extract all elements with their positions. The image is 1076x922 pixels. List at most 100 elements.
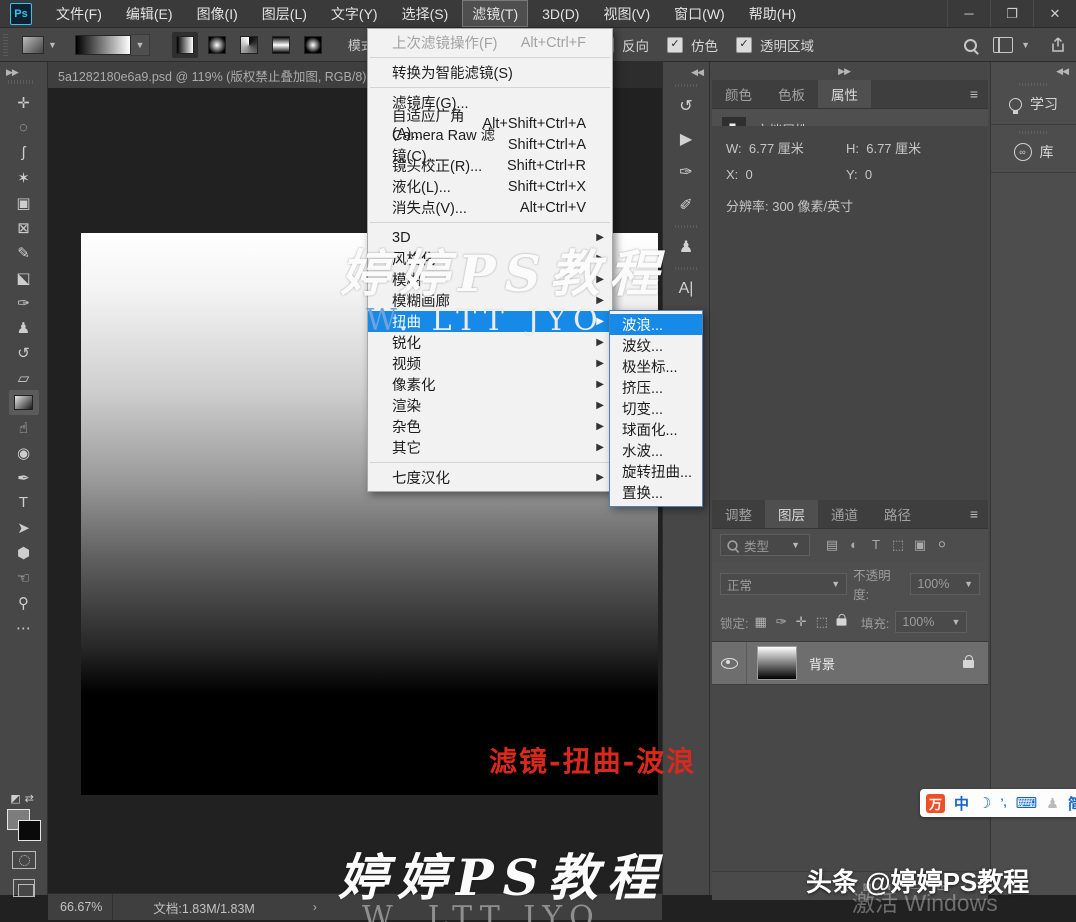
lock-artboard-icon[interactable]: ⬚ [816, 614, 828, 630]
swap-colors-icon[interactable]: ◩⇄ [0, 792, 48, 805]
layer-thumbnail[interactable] [757, 646, 797, 680]
menu-item-上次滤镜操作(F)[interactable]: 上次滤镜操作(F)Alt+Ctrl+F [368, 32, 612, 53]
workspace-switcher[interactable]: ▼ [993, 37, 1034, 53]
dock-grip[interactable] [8, 80, 33, 84]
ime-user-icon[interactable]: ♟ [1046, 795, 1059, 812]
chevron-down-icon[interactable]: ▼ [48, 40, 57, 50]
menu-item-模糊画廊[interactable]: 模糊画廊▶ [368, 290, 612, 311]
menu-item-七度汉化[interactable]: 七度汉化▶ [368, 467, 612, 488]
move-tool[interactable]: ✛ [9, 90, 39, 115]
ime-simplified-toggle[interactable]: 简 [1068, 793, 1076, 814]
lock-transparency-icon[interactable]: ▦ [754, 614, 766, 630]
path-select-tool[interactable]: ➤ [9, 515, 39, 540]
angle-gradient-button[interactable] [236, 32, 262, 58]
panel-menu-icon[interactable]: ≡ [960, 500, 988, 528]
libraries-panel-button[interactable]: ∞库 [991, 125, 1076, 173]
panel-dock-chevron[interactable]: ▶▶ [710, 62, 990, 80]
frame-tool[interactable]: ⊠ [9, 215, 39, 240]
magic-wand-tool[interactable]: ✶ [9, 165, 39, 190]
ime-logo-icon[interactable]: 万 [926, 794, 945, 813]
menubar-item[interactable]: 文件(F) [46, 0, 112, 27]
submenu-item-水波...[interactable]: 水波... [610, 440, 702, 461]
moon-icon[interactable]: ☽ [978, 794, 991, 812]
blend-mode-select[interactable]: 正常▼ [720, 573, 847, 595]
menu-item-消失点(V)...[interactable]: 消失点(V)...Alt+Ctrl+V [368, 197, 612, 218]
gradient-picker-chevron[interactable]: ▼ [131, 34, 150, 56]
tool-preset-swatch[interactable] [22, 36, 44, 54]
filter-smart-object-icon[interactable]: ▣ [911, 537, 929, 553]
panel-menu-icon[interactable]: ≡ [960, 80, 988, 108]
status-options-chevron[interactable]: › [313, 900, 317, 914]
opacity-field[interactable]: 100%▼ [910, 573, 980, 595]
tab-色板[interactable]: 色板 [765, 80, 818, 108]
submenu-item-挤压...[interactable]: 挤压... [610, 377, 702, 398]
ime-punctuation-icon[interactable]: ’, [1000, 797, 1006, 809]
menubar-item[interactable]: 图层(L) [252, 0, 317, 27]
radial-gradient-button[interactable] [204, 32, 230, 58]
menu-item-渲染[interactable]: 渲染▶ [368, 395, 612, 416]
ime-language-toggle[interactable]: 中 [954, 793, 969, 814]
history-brush-tool[interactable]: ↺ [9, 340, 39, 365]
pen-tool[interactable]: ✒ [9, 465, 39, 490]
more-tools[interactable]: ⋯ [9, 615, 39, 640]
submenu-item-波浪...[interactable]: 波浪... [610, 314, 702, 335]
filter-adjustment-icon[interactable]: ◐ [845, 537, 863, 553]
menu-item-视频[interactable]: 视频▶ [368, 353, 612, 374]
quick-mask-button[interactable] [12, 851, 36, 869]
brush-settings-panel-icon[interactable]: ✑ [668, 155, 704, 188]
zoom-tool[interactable]: ⚲ [9, 590, 39, 615]
character-panel-icon[interactable]: A| [668, 272, 704, 305]
tab-图层[interactable]: 图层 [765, 500, 818, 528]
lock-paint-icon[interactable]: ✑ [776, 614, 787, 630]
menu-item-3D[interactable]: 3D▶ [368, 227, 612, 248]
clone-source-panel-icon[interactable]: ♟ [668, 230, 704, 263]
lock-all-icon[interactable] [836, 618, 846, 625]
fill-field[interactable]: 100%▼ [895, 611, 967, 633]
menu-item-其它[interactable]: 其它▶ [368, 437, 612, 458]
menu-item-镜头校正(R)...[interactable]: 镜头校正(R)...Shift+Ctrl+R [368, 155, 612, 176]
dock-collapse-chevron[interactable]: ◀◀ [663, 62, 709, 80]
linear-gradient-button[interactable] [172, 32, 198, 58]
transparency-checkbox[interactable]: ✓ [736, 37, 752, 53]
filter-image-icon[interactable]: ▤ [823, 537, 841, 553]
submenu-item-置换...[interactable]: 置换... [610, 482, 702, 503]
filter-pin-icon[interactable]: ⚪ [933, 537, 951, 553]
menubar-item[interactable]: 窗口(W) [664, 0, 735, 27]
layer-name[interactable]: 背景 [809, 654, 835, 673]
layer-row-background[interactable]: 背景 [712, 641, 988, 685]
dodge-tool[interactable]: ◉ [9, 440, 39, 465]
menubar-item[interactable]: 选择(S) [392, 0, 459, 27]
menu-item-风格化[interactable]: 风格化▶ [368, 248, 612, 269]
learn-panel-button[interactable]: 学习 [991, 77, 1076, 125]
smudge-tool[interactable]: ☝ [9, 415, 39, 440]
tab-属性[interactable]: 属性 [818, 80, 871, 108]
menu-item-锐化[interactable]: 锐化▶ [368, 332, 612, 353]
submenu-item-旋转扭曲...[interactable]: 旋转扭曲... [610, 461, 702, 482]
menubar-item[interactable]: 滤镜(T) [462, 0, 528, 27]
search-icon[interactable] [964, 39, 977, 52]
menubar-item[interactable]: 视图(V) [593, 0, 660, 27]
menubar-item[interactable]: 文字(Y) [321, 0, 388, 27]
menu-item-液化(L)...[interactable]: 液化(L)...Shift+Ctrl+X [368, 176, 612, 197]
menu-item-像素化[interactable]: 像素化▶ [368, 374, 612, 395]
eyedropper-tool[interactable]: ✎ [9, 240, 39, 265]
submenu-item-波纹...[interactable]: 波纹... [610, 335, 702, 356]
gradient-preview[interactable] [75, 35, 131, 55]
lock-move-icon[interactable]: ✛ [796, 614, 807, 630]
submenu-item-极坐标...[interactable]: 极坐标... [610, 356, 702, 377]
crop-tool[interactable]: ▣ [9, 190, 39, 215]
maximize-button[interactable]: ❐ [990, 0, 1033, 27]
menubar-item[interactable]: 帮助(H) [739, 0, 806, 27]
minimize-button[interactable]: ─ [947, 0, 990, 27]
far-dock-chevron[interactable]: ◀◀ [991, 62, 1076, 77]
marquee-tool[interactable]: ◌ [9, 115, 39, 140]
submenu-item-球面化...[interactable]: 球面化... [610, 419, 702, 440]
tab-路径[interactable]: 路径 [871, 500, 924, 528]
shape-tool[interactable]: ⬢ [9, 540, 39, 565]
clone-stamp-tool[interactable]: ♟ [9, 315, 39, 340]
menu-item-扭曲[interactable]: 扭曲▶ [368, 311, 612, 332]
document-tab[interactable]: 5a1282180e6a9.psd @ 119% (版权禁止叠加图, RGB/8… [48, 62, 381, 88]
menu-item-Camera Raw 滤镜(C)...[interactable]: Camera Raw 滤镜(C)...Shift+Ctrl+A [368, 134, 612, 155]
tab-通道[interactable]: 通道 [818, 500, 871, 528]
history-panel-icon[interactable]: ↺ [668, 89, 704, 122]
